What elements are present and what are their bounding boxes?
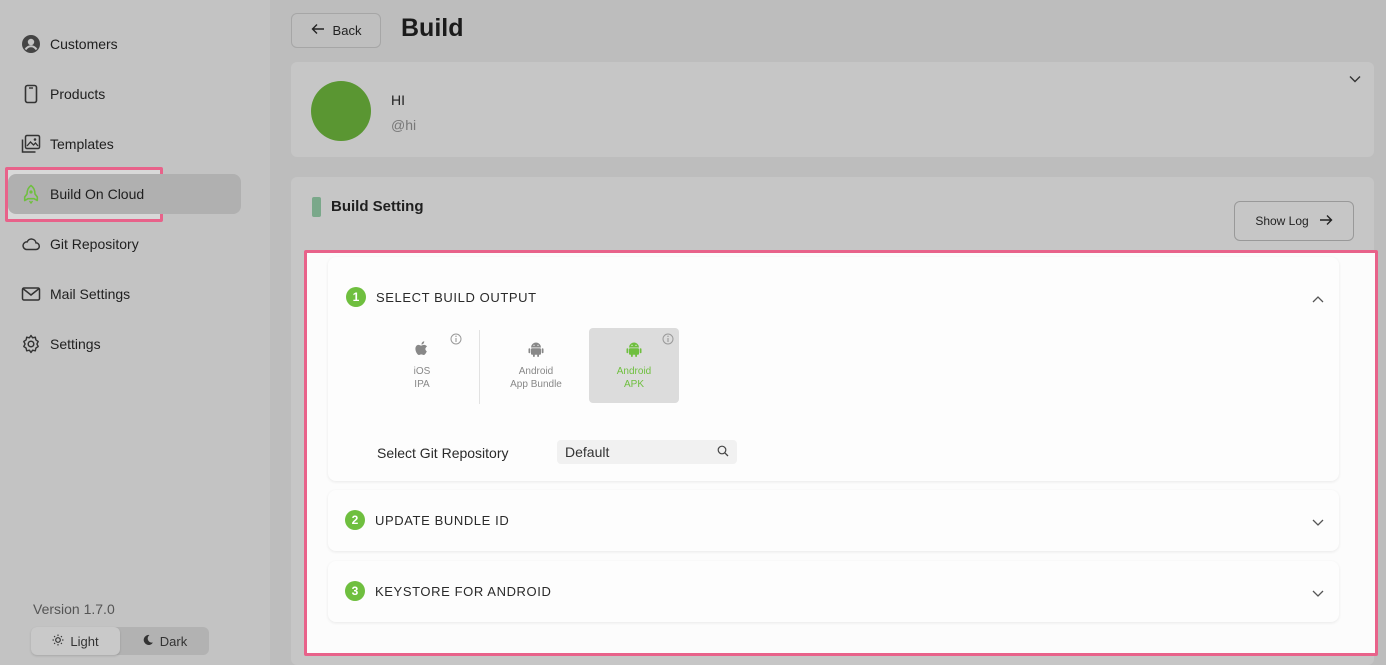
option-line1: Android bbox=[518, 366, 554, 377]
mail-icon bbox=[20, 283, 42, 305]
version-label: Version 1.7.0 bbox=[33, 601, 115, 617]
sidebar-item-templates[interactable]: Templates bbox=[8, 124, 241, 164]
sidebar-item-customers[interactable]: Customers bbox=[8, 24, 241, 64]
sidebar-item-label: Customers bbox=[50, 36, 118, 52]
show-log-label: Show Log bbox=[1255, 214, 1309, 228]
avatar bbox=[311, 81, 371, 141]
step-header[interactable]: 1 SELECT BUILD OUTPUT bbox=[346, 287, 537, 307]
theme-dark-label: Dark bbox=[159, 633, 188, 649]
profile-name: HI bbox=[391, 92, 405, 108]
option-divider bbox=[479, 330, 480, 404]
profile-handle: @hi bbox=[391, 117, 417, 133]
sidebar-item-settings[interactable]: Settings bbox=[8, 324, 241, 364]
build-option-android-app-bundle[interactable]: Android App Bundle bbox=[491, 328, 581, 403]
user-circle-icon bbox=[20, 33, 42, 55]
apple-icon bbox=[414, 340, 430, 362]
option-line1: Android bbox=[616, 366, 652, 377]
info-icon[interactable] bbox=[662, 333, 674, 349]
step-title: SELECT BUILD OUTPUT bbox=[376, 289, 537, 305]
sidebar-item-label: Settings bbox=[50, 336, 101, 352]
section-marker bbox=[312, 197, 321, 217]
build-option-android-apk[interactable]: Android APK bbox=[589, 328, 679, 403]
step-header[interactable]: 3 KEYSTORE FOR ANDROID bbox=[345, 581, 551, 601]
step-title: KEYSTORE FOR ANDROID bbox=[375, 583, 552, 599]
android-icon bbox=[625, 340, 643, 362]
step-update-bundle-id[interactable]: 2 UPDATE BUNDLE ID bbox=[328, 490, 1339, 551]
chevron-down-icon[interactable] bbox=[1311, 515, 1325, 533]
step-number: 1 bbox=[346, 287, 366, 307]
sidebar-item-label: Products bbox=[50, 86, 106, 102]
chevron-down-icon[interactable] bbox=[1348, 72, 1362, 91]
step-number: 3 bbox=[345, 581, 365, 601]
search-icon bbox=[717, 444, 729, 460]
step-keystore-for-android[interactable]: 3 KEYSTORE FOR ANDROID bbox=[328, 561, 1339, 622]
back-label: Back bbox=[332, 23, 362, 38]
back-button[interactable]: Back bbox=[291, 13, 381, 48]
git-repository-label: Select Git Repository bbox=[377, 445, 509, 461]
build-option-ios-ipa[interactable]: iOS IPA bbox=[377, 328, 467, 403]
theme-toggle: Light Dark bbox=[31, 627, 209, 655]
arrow-right-icon bbox=[1319, 214, 1333, 229]
option-line2: App Bundle bbox=[510, 379, 562, 390]
git-repository-value: Default bbox=[565, 444, 610, 460]
cloud-icon bbox=[20, 233, 42, 255]
show-log-button[interactable]: Show Log bbox=[1234, 201, 1354, 241]
option-line2: IPA bbox=[414, 379, 430, 390]
sidebar-item-label: Templates bbox=[50, 136, 114, 152]
profile-card: HI @hi bbox=[291, 62, 1374, 157]
page-title: Build bbox=[401, 14, 464, 42]
sidebar-item-mail-settings[interactable]: Mail Settings bbox=[8, 274, 241, 314]
step-number: 2 bbox=[345, 510, 365, 530]
sidebar: Customers Products Templates Build On Cl… bbox=[0, 0, 270, 665]
step-title: UPDATE BUNDLE ID bbox=[375, 512, 510, 528]
arrow-left-icon bbox=[311, 23, 325, 38]
chevron-up-icon[interactable] bbox=[1311, 291, 1325, 309]
sidebar-item-products[interactable]: Products bbox=[8, 74, 241, 114]
sidebar-item-git-repository[interactable]: Git Repository bbox=[8, 224, 241, 264]
sidebar-item-label: Git Repository bbox=[50, 236, 139, 252]
moon-icon bbox=[142, 634, 154, 649]
sidebar-item-label: Mail Settings bbox=[50, 286, 131, 302]
phone-icon bbox=[20, 83, 42, 105]
gear-icon bbox=[20, 333, 42, 355]
option-line1: iOS bbox=[413, 366, 431, 377]
build-steps-panel: 1 SELECT BUILD OUTPUT iOS IPA Android Ap… bbox=[304, 250, 1378, 656]
option-line2: APK bbox=[623, 379, 644, 390]
sidebar-item-build-on-cloud[interactable]: Build On Cloud bbox=[8, 174, 241, 214]
step-header[interactable]: 2 UPDATE BUNDLE ID bbox=[345, 510, 509, 530]
step-select-build-output: 1 SELECT BUILD OUTPUT iOS IPA Android Ap… bbox=[328, 257, 1339, 481]
chevron-down-icon[interactable] bbox=[1311, 586, 1325, 604]
theme-light-button[interactable]: Light bbox=[31, 627, 120, 655]
theme-light-label: Light bbox=[70, 633, 99, 649]
theme-dark-button[interactable]: Dark bbox=[120, 627, 209, 655]
sidebar-item-label: Build On Cloud bbox=[50, 186, 145, 202]
build-setting-title: Build Setting bbox=[331, 198, 424, 215]
sun-icon bbox=[52, 634, 64, 649]
git-repository-select[interactable]: Default bbox=[557, 440, 737, 464]
info-icon[interactable] bbox=[450, 333, 462, 349]
android-icon bbox=[527, 340, 545, 362]
rocket-icon bbox=[20, 183, 42, 205]
image-stack-icon bbox=[20, 133, 42, 155]
